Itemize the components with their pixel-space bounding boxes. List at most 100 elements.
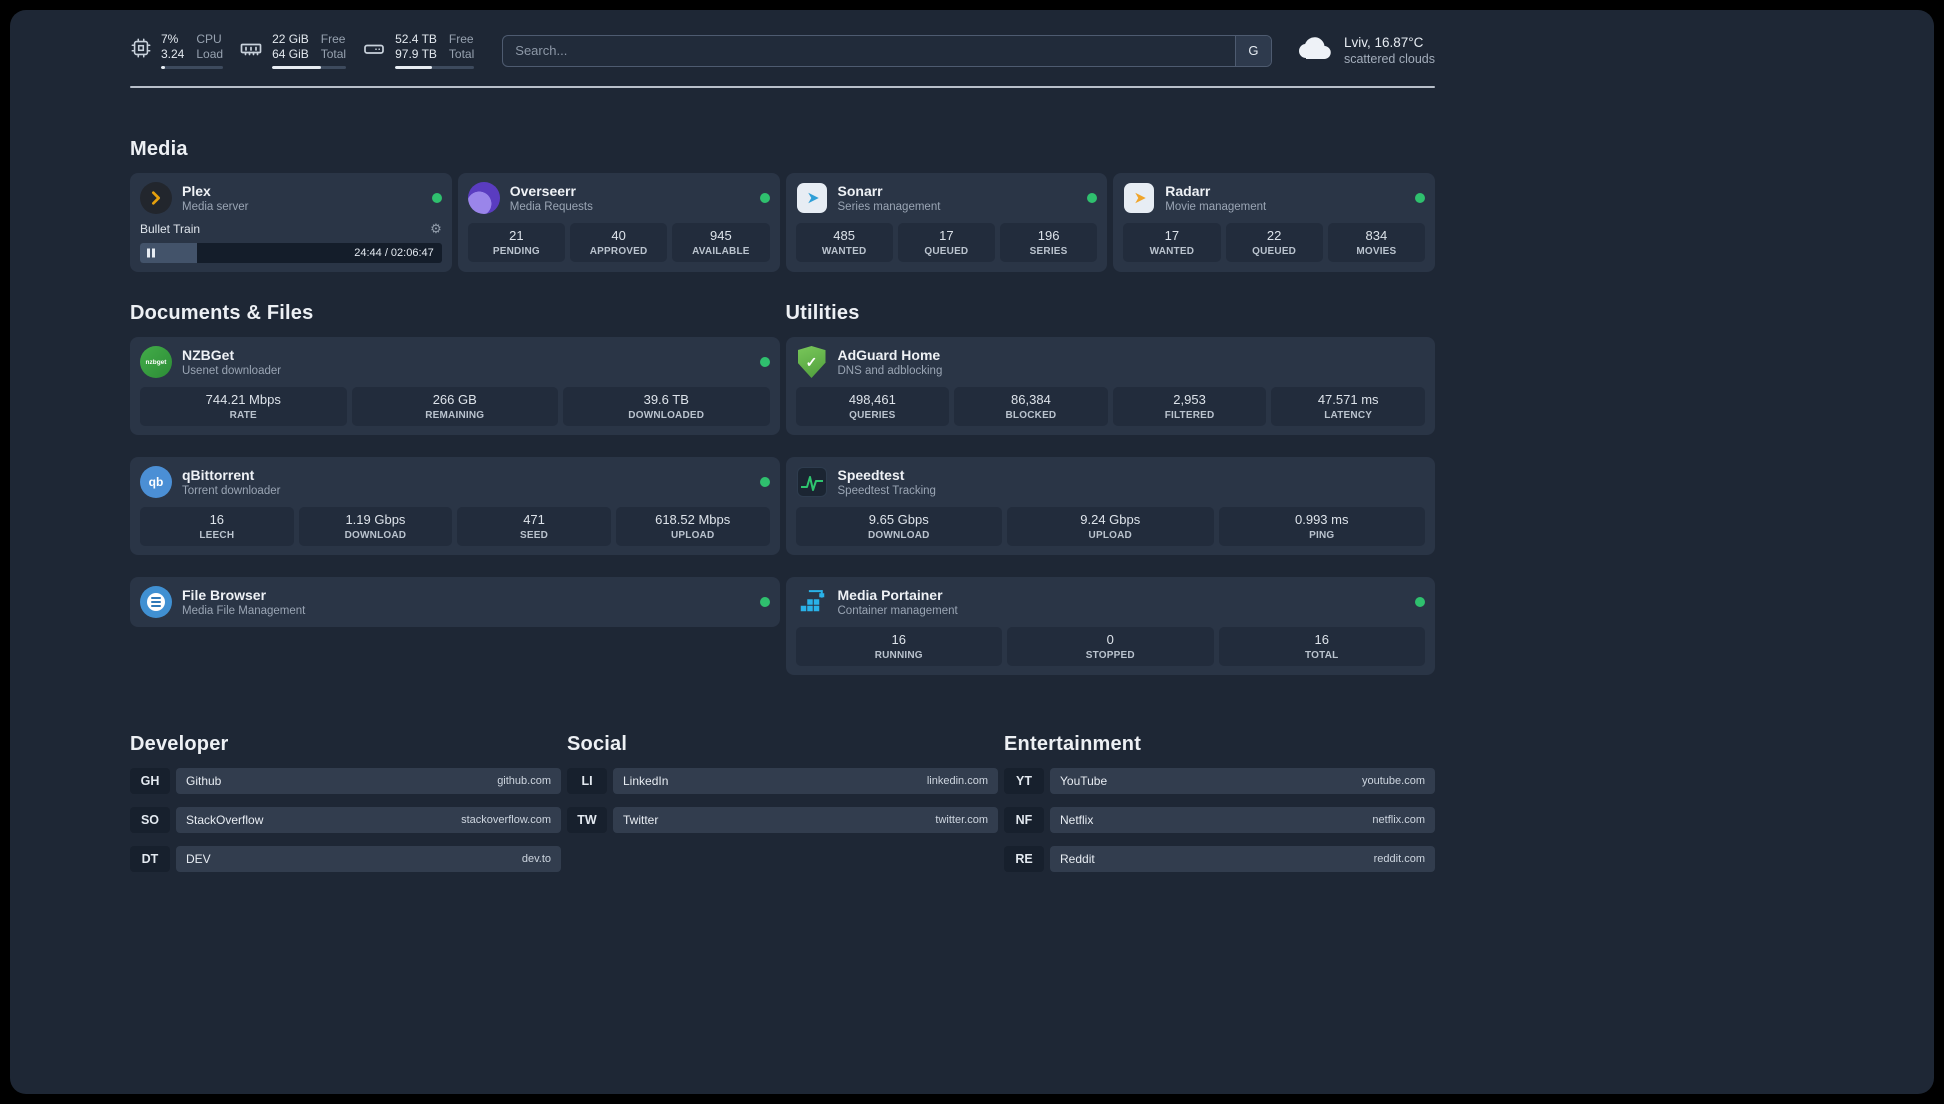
section-title-social: Social [567, 733, 628, 755]
service-card-nzbget[interactable]: nzbget NZBGet Usenet downloader 744.21 M… [130, 337, 780, 435]
stat-tile: 618.52 Mbps UPLOAD [615, 507, 770, 546]
search-provider-button[interactable]: G [1234, 35, 1271, 66]
stat-label: DOWNLOAD [867, 530, 930, 541]
bookmark-link-linkedin[interactable]: LinkedIn linkedin.com [613, 768, 998, 794]
stat-value: 86,384 [1011, 392, 1051, 407]
status-dot [1415, 597, 1425, 607]
stat-label: TOTAL [1305, 650, 1339, 661]
stat-label: PENDING [492, 246, 540, 257]
bookmark-link-youtube[interactable]: YouTube youtube.com [1050, 768, 1435, 794]
stat-label: QUEUED [924, 246, 969, 257]
service-subtitle: DNS and adblocking [837, 364, 943, 377]
stat-tile: 0.993 ms PING [1218, 507, 1425, 546]
stat-tile: 9.65 Gbps DOWNLOAD [795, 507, 1002, 546]
overseerr-icon [467, 182, 500, 214]
service-card-filebrowser[interactable]: File Browser Media File Management [130, 577, 780, 627]
disk-total-label: Total [448, 47, 475, 61]
section-title-entertainment: Entertainment [1004, 733, 1142, 755]
stat-label: QUERIES [849, 410, 896, 421]
service-name: AdGuard Home [837, 346, 941, 363]
service-card-plex[interactable]: Plex Media server Bullet Train ⚙ 24:44 /… [130, 173, 452, 272]
stat-tile: 266 GB REMAINING [351, 387, 558, 426]
stat-value: 17 [939, 228, 954, 243]
service-card-adguard[interactable]: ✓ AdGuard Home DNS and adblocking 498,46… [785, 337, 1435, 435]
stat-tile: 22 QUEUED [1225, 223, 1323, 262]
bookmark-link-stackoverflow[interactable]: StackOverflow stackoverflow.com [176, 807, 561, 833]
stat-value: 2,953 [1173, 392, 1206, 407]
memory-widget: 22 GiB 64 GiB Free Total [239, 32, 347, 69]
topbar: 7% 3.24 CPU Load 22 GiB 64 GiB Free Tota… [130, 32, 1435, 69]
stat-tile: 498,461 QUERIES [795, 387, 950, 426]
adguard-icon: ✓ [796, 346, 828, 378]
status-dot [759, 477, 770, 487]
service-card-radarr[interactable]: Radarr Movie management 17 WANTED 22 QUE… [1113, 173, 1435, 272]
section-title-utilities: Utilities [785, 302, 860, 324]
stat-value: 40 [611, 228, 626, 243]
portainer-icon [796, 586, 828, 618]
bookmark-abbr: SO [130, 807, 170, 833]
pause-icon[interactable] [147, 248, 155, 258]
service-card-speedtest[interactable]: Speedtest Speedtest Tracking 9.65 Gbps D… [785, 457, 1435, 555]
bookmark-abbr: DT [130, 846, 170, 872]
stat-tile: 744.21 Mbps RATE [140, 387, 347, 426]
bookmark-row: GH Github github.com [130, 768, 561, 794]
stat-value: 471 [523, 512, 545, 527]
cpu-widget: 7% 3.24 CPU Load [130, 32, 224, 69]
stat-value: 498,461 [848, 392, 896, 407]
bookmark-link-netflix[interactable]: Netflix netflix.com [1050, 807, 1435, 833]
service-name: Plex [182, 182, 211, 199]
sonarr-icon [796, 182, 828, 214]
stat-label: RATE [229, 410, 257, 421]
dashboard-page: 7% 3.24 CPU Load 22 GiB 64 GiB Free Tota… [10, 10, 1934, 1094]
stat-tile: 485 WANTED [795, 223, 893, 262]
bookmark-link-reddit[interactable]: Reddit reddit.com [1050, 846, 1435, 872]
bookmark-link-twitter[interactable]: Twitter twitter.com [613, 807, 998, 833]
disk-widget: 52.4 TB 97.9 TB Free Total [362, 32, 475, 69]
bookmark-link-dev[interactable]: DEV dev.to [176, 846, 561, 872]
memory-icon [239, 32, 263, 61]
section-social: Social LI LinkedIn linkedin.com TW Twitt… [567, 733, 998, 885]
stat-tile: 945 AVAILABLE [672, 223, 770, 262]
service-name: Overseerr [509, 182, 576, 199]
service-card-sonarr[interactable]: Sonarr Series management 485 WANTED 17 Q… [785, 173, 1108, 272]
stat-value: 945 [710, 228, 732, 243]
gear-icon[interactable]: ⚙ [430, 221, 442, 237]
service-subtitle: Media server [182, 200, 249, 213]
service-card-overseerr[interactable]: Overseerr Media Requests 21 PENDING 40 A… [457, 173, 780, 272]
bookmark-row: DT DEV dev.to [130, 846, 561, 872]
stat-label: UPLOAD [1088, 530, 1132, 541]
service-card-qbittorrent[interactable]: qb qBittorrent Torrent downloader 16 LEE… [130, 457, 780, 555]
status-dot [1415, 193, 1425, 203]
stat-tile: 1.19 Gbps DOWNLOAD [298, 507, 453, 546]
stat-value: 834 [1365, 228, 1388, 243]
section-media: Media Plex Media server Bullet Train ⚙ 2… [130, 138, 1435, 272]
stat-label: BLOCKED [1005, 410, 1057, 421]
stat-label: LATENCY [1324, 410, 1373, 421]
stat-label: WANTED [821, 246, 867, 257]
stat-tile: 86,384 BLOCKED [954, 387, 1108, 426]
service-subtitle: Media Requests [509, 200, 593, 213]
service-name: Radarr [1165, 182, 1211, 199]
stat-value: 618.52 Mbps [655, 512, 731, 527]
stat-tile: 471 SEED [457, 507, 611, 546]
service-subtitle: Media File Management [182, 604, 306, 617]
service-card-portainer[interactable]: Media Portainer Container management 16 … [785, 577, 1435, 675]
service-subtitle: Series management [837, 200, 941, 213]
search-input[interactable] [503, 35, 1235, 66]
stat-label: SERIES [1029, 246, 1068, 257]
stat-tile: 47.571 ms LATENCY [1271, 387, 1425, 426]
stat-label: MOVIES [1356, 246, 1397, 257]
cpu-load-value: 3.24 [161, 47, 185, 61]
stat-tile: 2,953 FILTERED [1112, 387, 1267, 426]
playback-time: 24:44 / 02:06:47 [354, 247, 434, 259]
weather-condition: scattered clouds [1343, 52, 1435, 66]
stat-label: DOWNLOADED [628, 410, 705, 421]
stat-tile: 834 MOVIES [1327, 223, 1425, 262]
status-dot [1087, 193, 1098, 203]
service-subtitle: Movie management [1165, 200, 1267, 213]
disk-total-value: 97.9 TB [395, 47, 437, 61]
bookmark-link-github[interactable]: Github github.com [176, 768, 561, 794]
weather-location: Lviv, 16.87°C [1343, 35, 1424, 50]
media-progress-bar[interactable]: 24:44 / 02:06:47 [140, 243, 442, 263]
cpu-label: CPU [196, 32, 222, 46]
